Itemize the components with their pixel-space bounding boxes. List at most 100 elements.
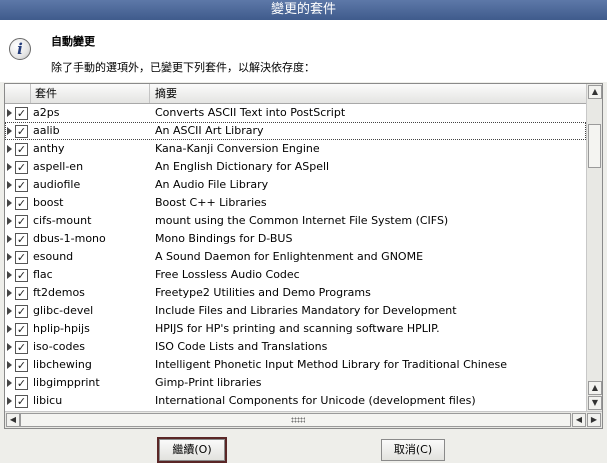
package-name: anthy [33,142,65,155]
package-summary: Mono Bindings for D-BUS [155,232,293,245]
table-row[interactable]: ✓ aspell-en An English Dictionary for ASpe… [5,158,586,176]
expander-icon[interactable] [7,235,12,243]
package-summary: Kana-Kanji Conversion Engine [155,142,320,155]
package-name: dbus-1-mono [33,232,106,245]
package-checkbox[interactable]: ✓ [15,341,28,354]
table-row[interactable]: ✓ ft2demos Freetype2 Utilities and Demo Pr… [5,284,586,302]
package-name: cifs-mount [33,214,92,227]
header-description: 除了手動的選項外，已變更下列套件，以解決依存度： [51,61,315,74]
package-checkbox[interactable]: ✓ [15,179,28,192]
header-title: 自動變更 [51,35,95,48]
vertical-scroll-thumb[interactable] [588,124,601,168]
table-row[interactable]: ✓ glibc-devel Include Files and Libraries … [5,302,586,320]
table-row[interactable]: ✓ flac Free Lossless Audio Codec [5,266,586,284]
expander-icon[interactable] [7,361,12,369]
table-row[interactable]: ✓ a2ps Converts ASCII Text into PostScript [5,104,586,122]
package-name: libicu [33,394,63,407]
package-summary: International Components for Unicode (de… [155,394,476,407]
column-header-row: 套件 摘要 [5,84,586,104]
expander-icon[interactable] [7,217,12,225]
package-checkbox[interactable]: ✓ [15,125,28,138]
package-checkbox[interactable]: ✓ [15,215,28,228]
scroll-left-icon[interactable]: ◀ [572,413,586,427]
package-summary: An Audio File Library [155,178,269,191]
package-name: a2ps [33,106,60,119]
expander-icon[interactable] [7,109,12,117]
table-row[interactable]: ✓ anthy Kana-Kanji Conversion Engine [5,140,586,158]
package-name: flac [33,268,53,281]
continue-button[interactable]: 繼續(O) [157,437,227,463]
grip-icon [291,417,305,423]
expander-icon[interactable] [7,379,12,387]
package-checkbox[interactable]: ✓ [15,377,28,390]
horizontal-scrollbar[interactable]: ◀ ◀ ▶ [5,411,602,428]
package-name: hplip-hpijs [33,322,90,335]
scroll-right-icon[interactable]: ▶ [587,413,601,427]
table-row[interactable]: ✓ libicu International Components for Unic… [5,392,586,410]
scroll-left-icon[interactable]: ◀ [6,413,20,427]
table-row[interactable]: ✓ audiofile An Audio File Library [5,176,586,194]
scroll-up-icon[interactable]: ▲ [588,381,602,395]
column-header-summary[interactable]: 摘要 [151,84,586,103]
scroll-up-icon[interactable]: ▲ [588,85,602,99]
package-checkbox[interactable]: ✓ [15,359,28,372]
package-name: boost [33,196,64,209]
package-name: glibc-devel [33,304,94,317]
scroll-down-icon[interactable]: ▼ [588,396,602,410]
expander-icon[interactable] [7,397,12,405]
package-list[interactable]: 套件 摘要 ✓ a2ps Converts ASCII Text into Post… [4,83,603,429]
package-summary: Include Files and Libraries Mandatory fo… [155,304,457,317]
package-summary: ISO Code Lists and Translations [155,340,328,353]
package-summary: Freetype2 Utilities and Demo Programs [155,286,371,299]
vertical-scrollbar[interactable]: ▲ ▲ ▼ [586,84,602,411]
expander-icon[interactable] [7,253,12,261]
package-summary: Gimp-Print libraries [155,376,262,389]
package-name: audiofile [33,178,81,191]
table-row[interactable]: ✓ aalib An ASCII Art Library [5,122,586,140]
package-checkbox[interactable]: ✓ [15,233,28,246]
table-row[interactable]: ✓ cifs-mount mount using the Common Intern… [5,212,586,230]
package-checkbox[interactable]: ✓ [15,251,28,264]
expander-icon[interactable] [7,163,12,171]
package-checkbox[interactable]: ✓ [15,323,28,336]
expander-icon[interactable] [7,271,12,279]
package-checkbox[interactable]: ✓ [15,395,28,408]
package-summary: Free Lossless Audio Codec [155,268,300,281]
package-checkbox[interactable]: ✓ [15,305,28,318]
info-icon: i [9,38,31,60]
package-summary: A Sound Daemon for Enlightenment and GNO… [155,250,424,263]
table-row[interactable]: ✓ esound A Sound Daemon for Enlightenment … [5,248,586,266]
column-header-package[interactable]: 套件 [31,84,150,103]
expander-icon[interactable] [7,181,12,189]
package-name: aalib [33,124,60,137]
package-checkbox[interactable]: ✓ [15,161,28,174]
table-row[interactable]: ✓ dbus-1-mono Mono Bindings for D-BUS [5,230,586,248]
cancel-button[interactable]: 取消(C) [381,439,445,461]
table-row[interactable]: ✓ libchewing Intelligent Phonetic Input Me… [5,356,586,374]
package-checkbox[interactable]: ✓ [15,107,28,120]
expander-icon[interactable] [7,199,12,207]
package-checkbox[interactable]: ✓ [15,287,28,300]
table-row[interactable]: ✓ libgimpprint Gimp-Print libraries [5,374,586,392]
package-summary: Intelligent Phonetic Input Method Librar… [155,358,508,371]
package-summary: Boost C++ Libraries [155,196,267,209]
package-name: esound [33,250,74,263]
horizontal-scroll-thumb[interactable] [20,413,571,427]
package-summary: An ASCII Art Library [155,124,264,137]
column-header-check[interactable] [5,84,31,103]
expander-icon[interactable] [7,325,12,333]
expander-icon[interactable] [7,343,12,351]
expander-icon[interactable] [7,289,12,297]
package-checkbox[interactable]: ✓ [15,197,28,210]
table-row[interactable]: ✓ boost Boost C++ Libraries [5,194,586,212]
package-checkbox[interactable]: ✓ [15,143,28,156]
expander-icon[interactable] [7,127,12,135]
package-checkbox[interactable]: ✓ [15,269,28,282]
expander-icon[interactable] [7,307,12,315]
package-name: ft2demos [33,286,85,299]
table-row[interactable]: ✓ iso-codes ISO Code Lists and Translation… [5,338,586,356]
expander-icon[interactable] [7,145,12,153]
table-row[interactable]: ✓ hplip-hpijs HPIJS for HP's printing and … [5,320,586,338]
package-rows: ✓ a2ps Converts ASCII Text into PostScript… [5,104,586,411]
package-name: aspell-en [33,160,84,173]
